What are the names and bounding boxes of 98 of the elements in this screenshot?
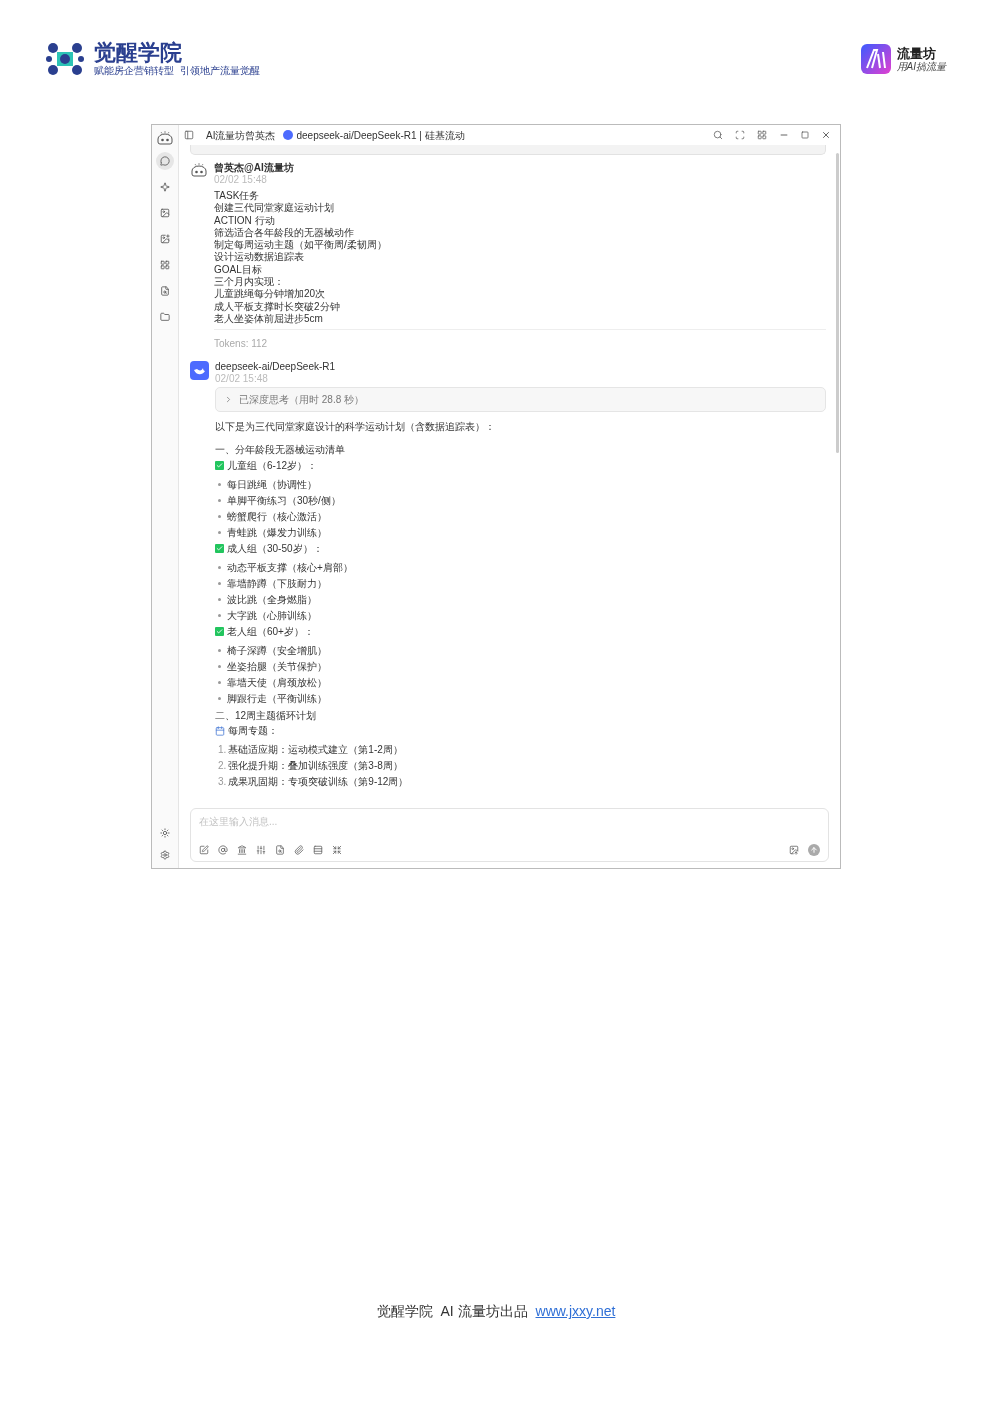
image-icon (160, 208, 170, 218)
bullet-icon (218, 613, 221, 617)
check-icon (215, 544, 224, 554)
bullet-icon (218, 680, 221, 684)
logo-icon (860, 44, 891, 74)
sidebar-toggle-icon[interactable] (184, 130, 194, 140)
message-text: 波比跳（全身燃脂） (227, 592, 317, 607)
search-icon[interactable] (713, 130, 723, 140)
robot-avatar-icon (190, 162, 208, 178)
sliders-icon[interactable] (256, 845, 266, 855)
message-author: 曾英杰@AI流量坊 (214, 162, 295, 174)
message-text: 创建三代同堂家庭运动计划 (214, 202, 335, 215)
list-number: 3. (218, 774, 227, 789)
footer-link[interactable]: www.jxxy.net (535, 1301, 616, 1322)
attach-icon[interactable] (294, 845, 304, 855)
message-text: 二、12周主题循环计划 (215, 710, 317, 722)
message-text: ACTION 行动 (214, 214, 276, 227)
document-search-icon (160, 286, 170, 296)
folder-icon (160, 312, 170, 322)
new-topic-icon[interactable] (199, 845, 209, 855)
logo-icon (46, 41, 84, 77)
bullet-icon (218, 530, 221, 534)
chat-icon (160, 156, 170, 166)
message-text: 老人坐姿体前屈进步5cm (214, 312, 324, 326)
message-text: 脚跟行走（平衡训练） (227, 691, 327, 706)
theme-icon[interactable] (160, 828, 170, 838)
message-text: 每日跳绳（协调性） (227, 477, 317, 492)
bullet-icon (218, 498, 221, 502)
model-name[interactable]: deepseek-ai/DeepSeek-R1 | 硅基流动 (296, 127, 465, 143)
message-text: 三个月内实现： (214, 276, 285, 288)
message-text: 单脚平衡练习（30秒/侧） (227, 493, 341, 508)
message-text: 基础适应期：运动模式建立（第1-2周） (228, 742, 403, 757)
message-text: 大字跳（心肺训练） (227, 608, 317, 623)
sparkle-icon (160, 182, 170, 192)
logo-subtitle: 赋能房企营销转型 引领地产流量觉醒 (94, 65, 260, 77)
bullet-icon (218, 581, 221, 585)
message-text: 以下是为三代同堂家庭设计的科学运动计划（含数据追踪表）： (215, 421, 495, 433)
message-text: 动态平板支撑（核心+肩部） (227, 560, 353, 575)
message-text: 儿童跳绳每分钟增加20次 (214, 288, 327, 301)
list-number: 1. (218, 742, 227, 757)
message-text: 制定每周运动主题（如平衡周/柔韧周） (214, 239, 388, 251)
bullet-icon (218, 696, 221, 700)
image-plus-icon (160, 234, 170, 244)
close-icon[interactable] (821, 130, 831, 140)
grid-icon[interactable] (757, 130, 767, 140)
footer-text: 觉醒学院 AI 流量坊出品 (376, 1302, 528, 1321)
mention-icon[interactable] (218, 845, 228, 855)
message-time: 02/02 15:48 (215, 373, 269, 386)
rows-icon[interactable] (313, 845, 323, 855)
logo-title: 流量坊 (896, 45, 937, 61)
message-text: GOAL目标 (214, 263, 263, 276)
message-text: 坐姿抬腿（关节保护） (227, 659, 327, 674)
message-text: 老人组（60+岁）： (227, 625, 314, 640)
message-text: 成人组（30-50岁）： (227, 542, 323, 557)
message-text: 成人平板支撑时长突破2分钟 (214, 300, 341, 313)
grid-icon (160, 260, 170, 270)
bullet-icon (218, 648, 221, 652)
message-text: TASK任务 (214, 190, 261, 203)
bullet-icon (218, 664, 221, 668)
calendar-icon (215, 725, 225, 736)
chevron-icon (224, 395, 233, 405)
message-text: 儿童组（6-12岁）： (227, 459, 317, 474)
message-text: 靠墙静蹲（下肢耐力） (227, 576, 327, 591)
building-icon[interactable] (237, 845, 247, 855)
logo-title: 觉醒学院 (94, 41, 183, 65)
thinking-toggle[interactable]: 已深度思考（用时 28.8 秒） (215, 387, 826, 413)
image-upload-icon[interactable] (789, 845, 799, 855)
message-text: 成果巩固期：专项突破训练（第9-12周） (228, 774, 409, 789)
logo-subtitle: 用AI搞流量 (896, 60, 946, 73)
check-icon (215, 627, 224, 637)
message-author: deepseek-ai/DeepSeek-R1 (215, 361, 337, 374)
bullet-icon (218, 597, 221, 601)
send-button-icon[interactable] (808, 844, 820, 856)
sidebar-button[interactable] (156, 152, 174, 170)
list-number: 2. (218, 758, 227, 773)
message-text: 椅子深蹲（安全增肌） (227, 643, 327, 658)
token-count: Tokens: 112 (214, 338, 268, 350)
robot-avatar-icon (156, 130, 174, 146)
document-search-icon[interactable] (275, 845, 285, 855)
settings-icon[interactable] (160, 850, 170, 860)
collapse-icon[interactable] (332, 845, 342, 855)
message-time: 02/02 15:48 (214, 174, 268, 186)
scan-icon[interactable] (735, 130, 745, 140)
message-text: 每周专题： (228, 724, 278, 739)
bullet-icon (218, 514, 221, 518)
message-text: 一、分年龄段无器械运动清单 (215, 444, 345, 456)
message-text: 靠墙天使（肩颈放松） (227, 675, 327, 690)
bullet-icon (218, 482, 221, 486)
message-text: 螃蟹爬行（核心激活） (227, 509, 327, 524)
maximize-icon[interactable] (801, 131, 809, 139)
message-text: 青蛙跳（爆发力训练） (227, 525, 327, 540)
check-icon (215, 461, 224, 471)
bullet-icon (218, 565, 221, 569)
model-badge-icon (283, 130, 294, 140)
message-text: 筛选适合各年龄段的无器械动作 (214, 226, 355, 239)
message-text: 强化提升期：叠加训练强度（第3-8周） (228, 758, 403, 773)
assistant-name[interactable]: AI流量坊曾英杰 (206, 127, 276, 143)
message-text: 设计运动数据追踪表 (214, 251, 305, 264)
